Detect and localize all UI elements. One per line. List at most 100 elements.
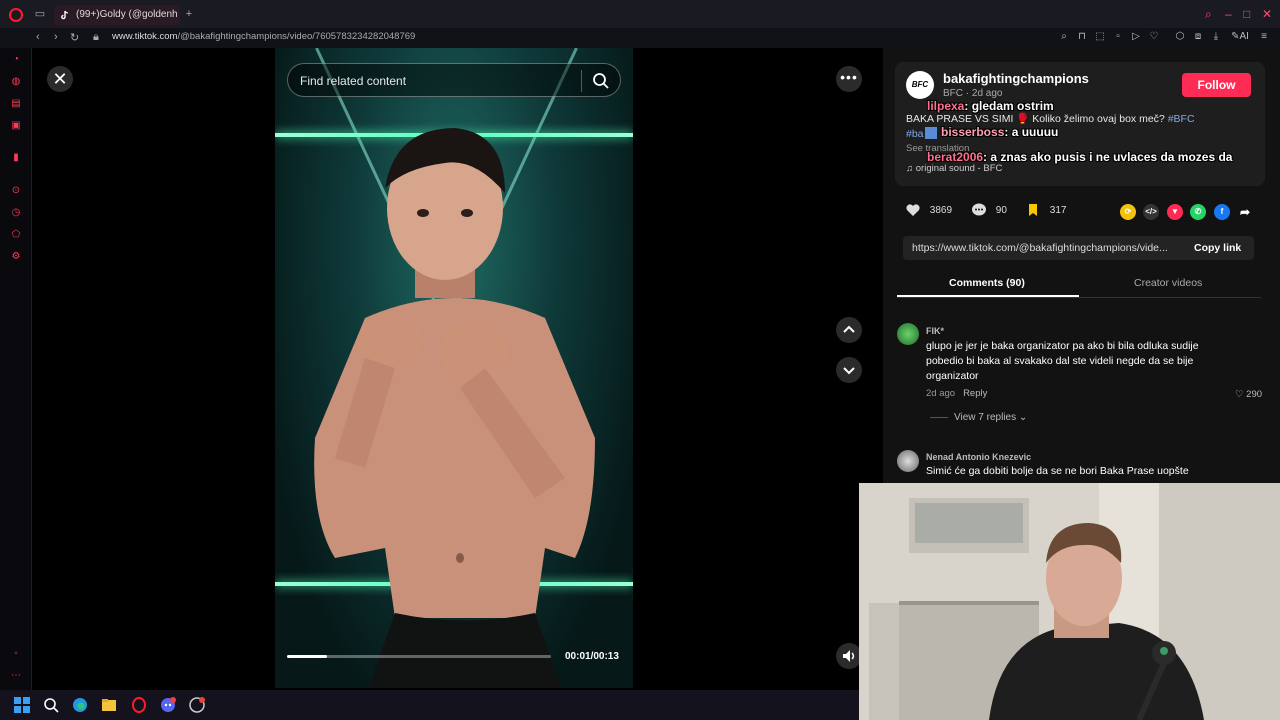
close-window-icon[interactable]: ✕ bbox=[1262, 7, 1272, 21]
facebook-icon[interactable]: f bbox=[1214, 204, 1230, 220]
download-icon[interactable]: ⤓ bbox=[1210, 31, 1222, 43]
discord-icon[interactable]: ◍ bbox=[10, 76, 22, 88]
close-video-button[interactable]: ✕ bbox=[47, 66, 73, 92]
tab-comments[interactable]: Comments (90) bbox=[949, 277, 1025, 289]
bookmark-icon[interactable]: ⊓ bbox=[1076, 31, 1088, 43]
active-tab-indicator bbox=[897, 295, 1079, 297]
comment-avatar[interactable] bbox=[897, 450, 919, 472]
twitch-icon[interactable]: ▮ bbox=[10, 152, 22, 164]
workspaces-icon[interactable]: ▣ bbox=[10, 120, 22, 132]
snapshot-icon[interactable]: ⬚ bbox=[1094, 31, 1106, 43]
bookmark-icon bbox=[1029, 204, 1037, 216]
whatsapp-icon[interactable]: ✆ bbox=[1190, 204, 1206, 220]
tiktok-icon bbox=[61, 10, 69, 20]
creator-avatar[interactable]: BFC bbox=[906, 71, 934, 99]
view-replies-button[interactable]: View 7 replies ⌄ bbox=[930, 412, 1027, 423]
minimize-icon[interactable]: – bbox=[1225, 7, 1232, 21]
opera-logo-icon[interactable] bbox=[9, 8, 23, 22]
hashtag[interactable]: #ba bbox=[906, 128, 924, 140]
more-sidebar-icon[interactable]: ⋯ bbox=[10, 670, 22, 682]
video-player[interactable] bbox=[275, 48, 633, 688]
webcam-overlay bbox=[859, 483, 1280, 720]
settings-icon[interactable]: ⚙ bbox=[10, 251, 22, 263]
sound-link[interactable]: ♫ original sound - BFC bbox=[906, 163, 1002, 174]
search-icon[interactable] bbox=[43, 697, 59, 713]
new-tab-icon[interactable]: + bbox=[183, 8, 195, 20]
menu-icon[interactable]: ≡ bbox=[1258, 31, 1270, 43]
comment-avatar[interactable] bbox=[897, 323, 919, 345]
pip-icon[interactable]: ▫ bbox=[1112, 31, 1124, 43]
tab-title: (99+)Goldy (@goldenh bbox=[76, 9, 178, 20]
gx-icon[interactable]: ◦ bbox=[10, 648, 22, 660]
lock-icon: 🔒︎ bbox=[93, 31, 99, 43]
zoom-icon[interactable]: ⌕ bbox=[1058, 31, 1070, 43]
windows-taskbar bbox=[0, 690, 859, 720]
share-link-url[interactable]: https://www.tiktok.com/@bakafightingcham… bbox=[912, 242, 1178, 254]
comment-icon bbox=[972, 203, 986, 216]
obs-icon[interactable] bbox=[189, 697, 205, 713]
heart-icon bbox=[906, 204, 920, 216]
discord-icon[interactable] bbox=[160, 697, 176, 713]
opera-gx-icon[interactable] bbox=[131, 697, 147, 713]
heart-icon[interactable]: ♡ bbox=[1148, 31, 1160, 43]
browser-tabbar: ▭ (99+)Goldy (@goldenh + ⌕ – □ ✕ bbox=[0, 0, 1280, 28]
fighter-figure bbox=[314, 128, 595, 688]
chevron-down-icon bbox=[843, 367, 855, 375]
like-action[interactable]: 3869 bbox=[905, 203, 952, 217]
extensions-icon[interactable]: ⬡ bbox=[1174, 31, 1186, 43]
forward-icon[interactable]: › bbox=[54, 31, 58, 43]
embed-icon[interactable]: </> bbox=[1143, 204, 1159, 220]
next-video-button[interactable] bbox=[836, 357, 862, 383]
copy-link-button[interactable]: Copy link bbox=[1194, 242, 1241, 254]
share-link-box: https://www.tiktok.com/@bakafightingcham… bbox=[903, 236, 1254, 260]
share-icon[interactable]: ➦ bbox=[1237, 204, 1253, 220]
play-icon[interactable]: ▷ bbox=[1130, 31, 1142, 43]
ai-button[interactable]: ✎AI bbox=[1230, 31, 1250, 43]
cube-icon[interactable]: ⬠ bbox=[10, 229, 22, 241]
video-progress-bar[interactable] bbox=[287, 655, 551, 658]
tab-creator-videos[interactable]: Creator videos bbox=[1134, 277, 1202, 289]
chat-icon[interactable]: ▤ bbox=[10, 98, 22, 110]
browser-tab[interactable]: (99+)Goldy (@goldenh bbox=[54, 5, 180, 25]
reload-icon[interactable]: ↻ bbox=[70, 31, 79, 44]
maximize-icon[interactable]: □ bbox=[1243, 7, 1250, 21]
file-explorer-icon[interactable] bbox=[101, 697, 117, 713]
aria-icon[interactable]: ◔ bbox=[10, 54, 22, 66]
comment-username[interactable]: FIK* bbox=[926, 326, 944, 336]
more-options-button[interactable]: ••• bbox=[836, 66, 862, 92]
chevron-up-icon bbox=[843, 325, 855, 333]
comment-text: glupo je jer je baka organizator pa ako … bbox=[926, 340, 1199, 382]
comment-text: Simić će ga dobiti bolje da se ne bori B… bbox=[926, 465, 1189, 477]
edge-icon[interactable] bbox=[72, 697, 88, 713]
reply-button[interactable]: Reply bbox=[963, 388, 987, 399]
comment-meta: 2d ago Reply bbox=[926, 388, 988, 399]
repost-icon[interactable]: ⟳ bbox=[1120, 204, 1136, 220]
chat-message: bisserboss: a uuuuu bbox=[925, 125, 1058, 139]
find-related-search[interactable]: Find related content bbox=[287, 63, 621, 97]
search-divider bbox=[581, 70, 582, 92]
tab-menu-icon[interactable]: ▭ bbox=[34, 8, 46, 20]
follow-button[interactable]: Follow bbox=[1182, 73, 1251, 97]
comment-username[interactable]: Nenad Antonio Knezevic bbox=[926, 452, 1031, 462]
windows-start-icon[interactable] bbox=[14, 697, 30, 713]
save-action[interactable]: 317 bbox=[1027, 203, 1066, 217]
creator-username[interactable]: bakafightingchampions bbox=[943, 71, 1089, 86]
send-icon[interactable]: ▼ bbox=[1167, 204, 1183, 220]
previous-video-button[interactable] bbox=[836, 317, 862, 343]
history-icon[interactable]: ◷ bbox=[10, 207, 22, 219]
opera-sidebar: ◔ ◍ ▤ ▣ ▮ ⊙ ◷ ⬠ ⚙ ◦ ⋯ bbox=[0, 48, 32, 690]
comment-like[interactable]: ♡ 290 bbox=[1235, 389, 1262, 400]
video-time: 00:01/00:13 bbox=[565, 651, 619, 662]
player-icon[interactable]: ⊙ bbox=[10, 185, 22, 197]
url-field[interactable]: www.tiktok.com/@bakafightingchampions/vi… bbox=[112, 31, 415, 42]
search-tabs-icon[interactable]: ⌕ bbox=[1205, 7, 1212, 22]
comment-tabs: Comments (90) Creator videos bbox=[897, 270, 1261, 298]
comment-action[interactable]: 90 bbox=[971, 203, 1007, 217]
hashtag[interactable]: #BFC bbox=[1168, 113, 1195, 125]
chat-message: berat2006: a znas ako pusis i ne uvlaces… bbox=[927, 150, 1233, 164]
chat-badge-icon bbox=[925, 126, 937, 139]
chat-message: lilpexa: gledam ostrim bbox=[927, 99, 1054, 113]
search-icon[interactable] bbox=[592, 72, 610, 90]
back-icon[interactable]: ‹ bbox=[36, 31, 40, 43]
box-icon[interactable]: ⧈ bbox=[1192, 31, 1204, 43]
